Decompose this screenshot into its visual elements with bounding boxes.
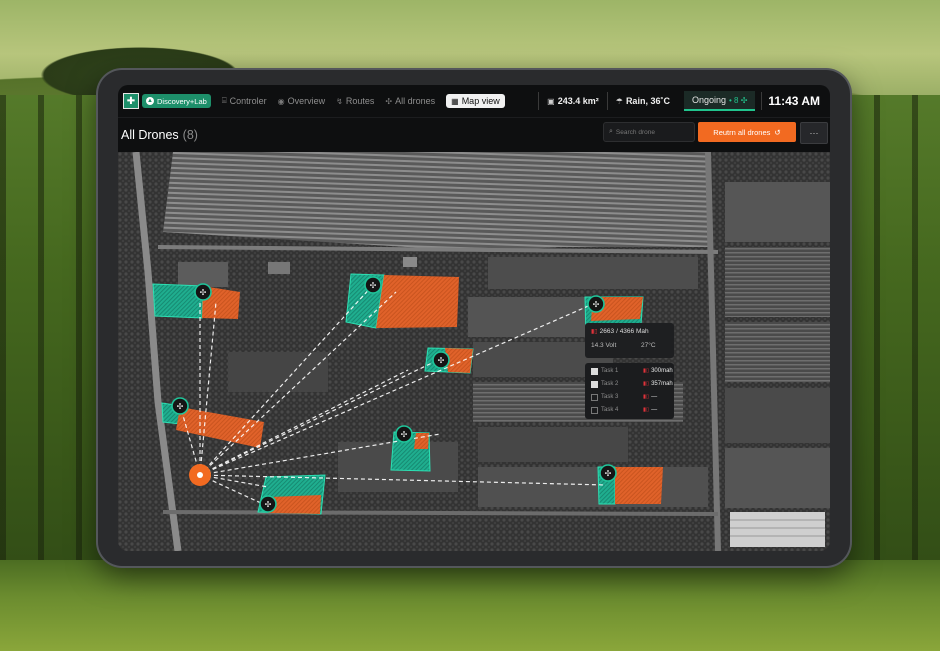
voltage: 14.3 Volt bbox=[591, 342, 617, 349]
battery-icon: ▮▯ bbox=[643, 394, 650, 400]
temperature: 27°C bbox=[641, 342, 656, 349]
top-right-status: ▣ 243.4 km² ☂ Rain, 36˚C Ongoing • 8 ✣ 1… bbox=[538, 85, 830, 117]
drone-marker-1[interactable]: ✣ bbox=[194, 283, 212, 301]
brand-label: Discovery+Lab bbox=[157, 96, 207, 106]
status-count-badge: • 8 ✣ bbox=[728, 95, 748, 105]
svg-text:✣: ✣ bbox=[370, 281, 377, 290]
task-row[interactable]: Task 4 ▮▯ — bbox=[591, 405, 671, 415]
battery-icon: ▮▯ bbox=[591, 329, 598, 335]
battery-total: / 4366 Mah bbox=[616, 328, 649, 335]
task-row[interactable]: Task 1 ▮▯ 300mah bbox=[591, 366, 673, 376]
zone-2[interactable] bbox=[345, 273, 459, 329]
app-screen: ✚ ▲ Discovery+Lab ⌸ Controler ◉ Overview… bbox=[118, 85, 830, 551]
task-checkbox[interactable] bbox=[591, 406, 598, 414]
drone-marker-5[interactable]: ✣ bbox=[171, 397, 189, 415]
page-header: All Drones (8) ⌕ Search drone Reutrn all… bbox=[118, 117, 830, 152]
task-name: Task 4 bbox=[601, 407, 619, 413]
drone-count: (8) bbox=[182, 128, 198, 142]
svg-text:✣: ✣ bbox=[438, 356, 445, 365]
task-value: — bbox=[651, 407, 658, 413]
nav-item-controler[interactable]: ⌸ Controler bbox=[222, 96, 267, 106]
battery-value: 2663 bbox=[599, 328, 615, 335]
svg-text:✣: ✣ bbox=[200, 288, 207, 297]
battery-row: ▮▯ 2663 / 4366 Mah bbox=[591, 328, 649, 335]
clock: 11:43 AM bbox=[768, 94, 820, 108]
rain-icon: ☂ bbox=[615, 96, 623, 106]
return-label: Reutrn all drones bbox=[713, 127, 771, 137]
task-name: Task 1 bbox=[601, 368, 619, 374]
drone-icon: ✣ bbox=[385, 96, 393, 106]
nav-item-map-view[interactable]: ▦ Map view bbox=[446, 94, 505, 108]
drone-marker-2[interactable]: ✣ bbox=[364, 276, 382, 294]
task-usage: ▮▯ — bbox=[643, 407, 657, 413]
status-label: Ongoing bbox=[691, 95, 726, 105]
area-value: 243.4 km² bbox=[557, 96, 599, 106]
status-count: 8 bbox=[734, 95, 739, 105]
task-checkbox[interactable] bbox=[591, 393, 598, 401]
svg-text:✣: ✣ bbox=[605, 469, 612, 478]
nav-label: Routes bbox=[345, 96, 375, 106]
svg-text:✣: ✣ bbox=[177, 402, 184, 411]
task-row[interactable]: Task 2 ▮▯ 357mah bbox=[591, 379, 673, 389]
area-readout: ▣ 243.4 km² bbox=[539, 96, 607, 106]
return-icon: ↺ bbox=[774, 127, 781, 137]
nav-item-overview[interactable]: ◉ Overview bbox=[278, 96, 326, 106]
task-name: Task 2 bbox=[601, 381, 619, 387]
drone-marker-6[interactable]: ✣ bbox=[395, 425, 413, 443]
nav-item-routes[interactable]: ↯ Routes bbox=[336, 96, 374, 106]
app-logo-icon[interactable]: ✚ bbox=[123, 93, 139, 109]
weather-value: Rain, 36˚C bbox=[625, 96, 670, 106]
drone-marker-7[interactable]: ✣ bbox=[259, 495, 277, 513]
ongoing-status-tab[interactable]: Ongoing • 8 ✣ bbox=[683, 91, 756, 111]
nav-label: Controler bbox=[229, 96, 267, 106]
search-icon: ⌕ bbox=[609, 128, 613, 135]
search-placeholder: Search drone bbox=[615, 128, 655, 136]
task-usage: ▮▯ 357mah bbox=[643, 381, 673, 387]
nav-label: All drones bbox=[395, 96, 436, 106]
task-checkbox[interactable] bbox=[591, 380, 598, 388]
grass bbox=[0, 560, 940, 651]
task-value: 357mah bbox=[651, 381, 673, 387]
more-options-button[interactable]: ··· bbox=[800, 122, 828, 144]
eye-icon: ◉ bbox=[277, 96, 285, 106]
task-usage: ▮▯ — bbox=[643, 394, 657, 400]
route-icon: ↯ bbox=[336, 96, 343, 106]
drone-marker-4[interactable]: ✣ bbox=[432, 351, 450, 369]
task-checkbox[interactable] bbox=[591, 367, 598, 375]
drone-task-list: Task 1 ▮▯ 300mah Task 2 ▮▯ 357mah Task 3 ▮… bbox=[585, 363, 674, 419]
drone-marker-8[interactable]: ✣ bbox=[599, 464, 617, 482]
map-view[interactable]: ✣ ✣ ✣ ✣ ✣ ✣ ✣ ✣ ▮▯ 2663 / 4366 Mah 14.3 … bbox=[118, 152, 830, 551]
nav-label: Map view bbox=[461, 96, 500, 106]
task-usage: ▮▯ 300mah bbox=[643, 368, 673, 374]
svg-text:✣: ✣ bbox=[265, 500, 272, 509]
search-drone-input[interactable]: ⌕ Search drone bbox=[603, 122, 695, 142]
satellite-map: ✣ ✣ ✣ ✣ ✣ ✣ ✣ ✣ bbox=[118, 152, 830, 551]
nav-label: Overview bbox=[287, 96, 326, 106]
brand-badge[interactable]: ▲ Discovery+Lab bbox=[142, 94, 211, 108]
task-value: 300mah bbox=[651, 368, 673, 374]
return-all-drones-button[interactable]: Reutrn all drones ↺ bbox=[698, 122, 796, 142]
svg-text:✣: ✣ bbox=[401, 430, 408, 439]
drone-battery-card: ▮▯ 2663 / 4366 Mah 14.3 Volt 27°C bbox=[585, 323, 674, 358]
top-nav: ✚ ▲ Discovery+Lab ⌸ Controler ◉ Overview… bbox=[118, 85, 830, 117]
drone-marker-3[interactable]: ✣ bbox=[587, 295, 605, 313]
task-name: Task 3 bbox=[601, 394, 619, 400]
battery-icon: ▮▯ bbox=[643, 368, 650, 374]
task-value: — bbox=[651, 394, 658, 400]
battery-icon: ▮▯ bbox=[643, 381, 650, 387]
weather-readout: ☂ Rain, 36˚C bbox=[608, 96, 678, 106]
task-row[interactable]: Task 3 ▮▯ — bbox=[591, 392, 671, 402]
svg-text:✣: ✣ bbox=[593, 300, 600, 309]
nav-item-all-drones[interactable]: ✣ All drones bbox=[385, 96, 435, 106]
page-title: All Drones bbox=[121, 128, 179, 142]
gamepad-icon: ⌸ bbox=[221, 96, 227, 105]
area-icon: ▣ bbox=[547, 96, 555, 106]
map-icon: ▦ bbox=[451, 96, 459, 106]
battery-icon: ▮▯ bbox=[643, 407, 650, 413]
triangle-icon: ▲ bbox=[146, 97, 154, 105]
home-base-marker[interactable] bbox=[189, 464, 211, 486]
